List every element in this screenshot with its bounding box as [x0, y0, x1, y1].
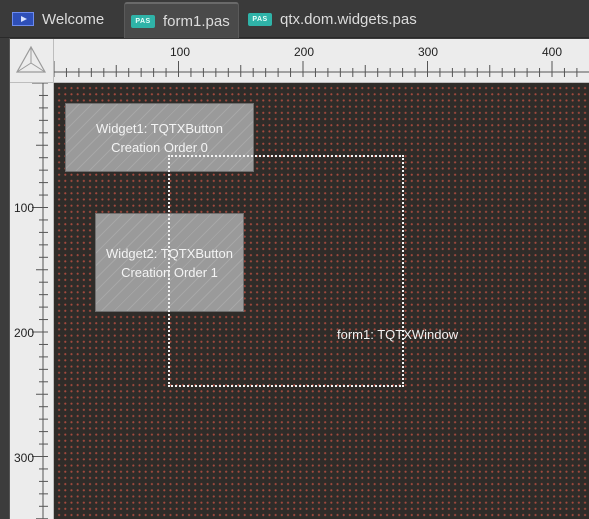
welcome-icon [12, 12, 34, 26]
tab-label: qtx.dom.widgets.pas [280, 10, 417, 28]
horizontal-ruler-ticks [54, 61, 589, 77]
design-canvas[interactable]: Widget1: TQTXButton Creation Order 0 Wid… [54, 83, 589, 519]
tab-label: Welcome [42, 10, 105, 28]
ruler-label-100: 100 [170, 45, 191, 59]
triangle-icon [15, 45, 47, 73]
tab-form1-pas[interactable]: PAS form1.pas [124, 2, 239, 38]
form1-label: form1: TQTXWindow [337, 327, 459, 342]
tab-qtx-dom-widgets-pas[interactable]: PAS qtx.dom.widgets.pas [248, 3, 417, 35]
ruler-label-v300: 300 [14, 451, 35, 465]
horizontal-ruler[interactable]: 100 200 300 400 [54, 39, 589, 83]
pas-file-icon: PAS [131, 14, 155, 28]
editor-tab-bar: Welcome PAS form1.pas PAS qtx.dom.widget… [0, 0, 589, 38]
tab-welcome[interactable]: Welcome [12, 3, 104, 35]
ruler-label-v100: 100 [14, 201, 35, 215]
widget1-name-label: Widget1: TQTXButton [96, 120, 223, 136]
ruler-label-200: 200 [294, 45, 315, 59]
ruler-label-400: 400 [542, 45, 563, 59]
widget1-order-label: Creation Order 0 [111, 139, 208, 155]
tab-label: form1.pas [163, 12, 230, 30]
ruler-label-300: 300 [418, 45, 439, 59]
ruler-label-v200: 200 [14, 326, 35, 340]
ruler-corner [10, 39, 54, 83]
pas-file-icon: PAS [248, 12, 272, 26]
vertical-ruler[interactable]: 100 200 300 [10, 83, 54, 519]
form1-window-frame[interactable] [168, 155, 404, 387]
